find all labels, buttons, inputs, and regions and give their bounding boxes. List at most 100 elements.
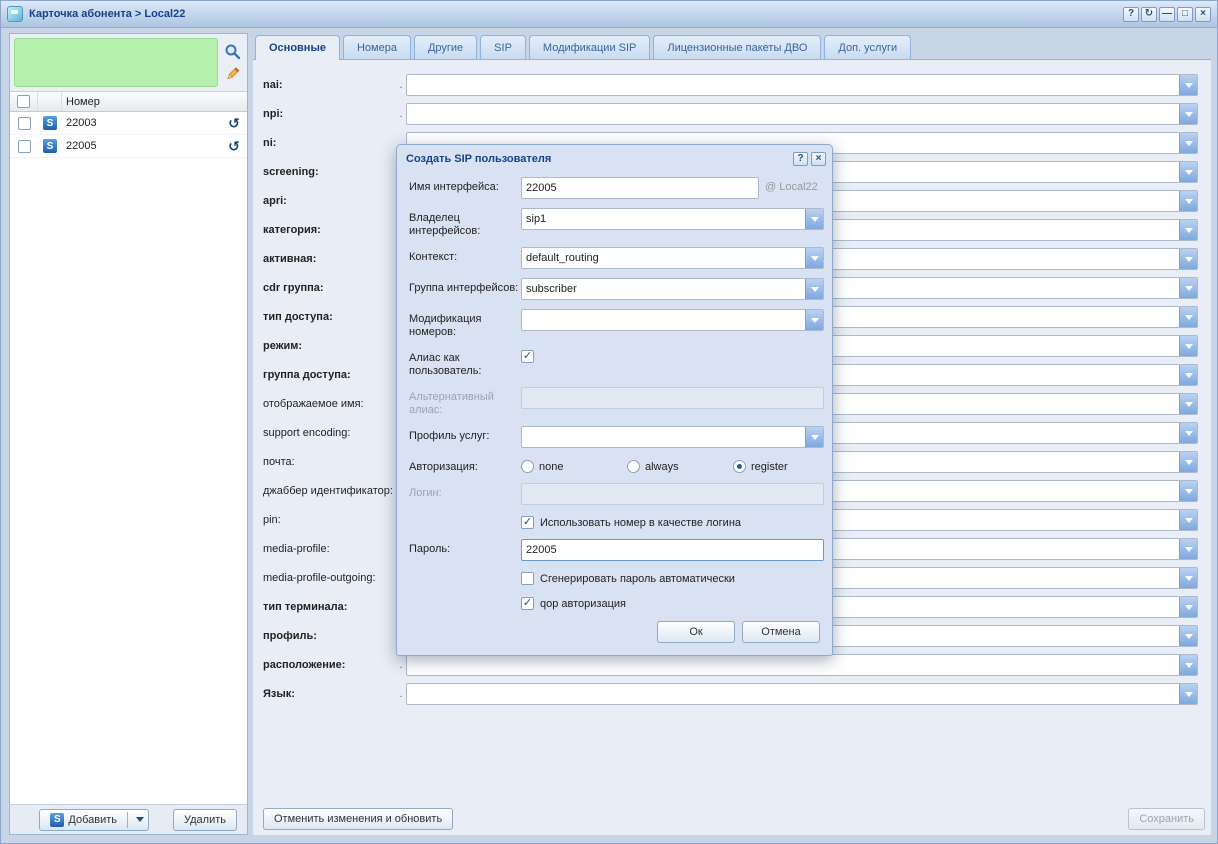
field-label: media-profile-outgoing: [263,567,396,589]
history-icon[interactable]: ↺ [228,139,240,153]
cancel-changes-and-refresh-button[interactable]: Отменить изменения и обновить [263,808,453,830]
chevron-down-icon[interactable] [1179,452,1197,472]
field-label: категория: [263,219,396,241]
tab-other[interactable]: Другие [414,35,477,60]
row-checkbox[interactable] [18,117,31,130]
chevron-down-icon[interactable] [1179,249,1197,269]
chevron-down-icon[interactable] [805,310,823,330]
field-label: media-profile: [263,538,396,560]
radio-icon[interactable] [627,460,640,473]
window-close-button[interactable]: × [1195,7,1211,22]
interface-name-input[interactable] [521,177,759,199]
tab-numbers[interactable]: Номера [343,35,411,60]
column-header-number[interactable]: Номер [62,92,247,111]
number-modification-label: Модификация номеров: [409,309,521,339]
add-button[interactable]: S Добавить [39,809,149,831]
dialog-help-button[interactable]: ? [793,152,808,166]
search-icon[interactable] [223,43,241,61]
radio-icon[interactable] [521,460,534,473]
select-all-checkbox[interactable] [17,95,30,108]
field-label: cdr группа: [263,277,396,299]
edit-pencil-icon[interactable] [223,65,241,83]
window-refresh-button[interactable]: ↻ [1141,7,1157,22]
dialog-body: Имя интерфейса: @ Local22 Владелец интер… [397,170,832,655]
cancel-button[interactable]: Отмена [742,621,820,643]
chevron-down-icon[interactable] [1179,481,1197,501]
context-combo[interactable]: default_routing [521,247,824,269]
password-label: Пароль: [409,539,521,561]
chevron-down-icon[interactable] [1179,539,1197,559]
dialog-close-button[interactable]: × [811,152,826,166]
field-label: pin: [263,509,396,531]
window-titlebar[interactable]: Карточка абонента > Local22 ? ↻ — □ × [1,1,1217,28]
number-modification-combo[interactable] [521,309,824,331]
authorization-option-none[interactable]: none [521,460,621,473]
chevron-down-icon[interactable] [805,427,823,447]
tab-sip-modifications[interactable]: Модификации SIP [529,35,650,60]
sip-icon: S [50,813,64,827]
chevron-down-icon[interactable] [805,248,823,268]
chevron-down-icon[interactable] [1179,597,1197,617]
chevron-down-icon[interactable] [1179,394,1197,414]
ok-button[interactable]: Ок [657,621,735,643]
chevron-down-icon[interactable] [1179,423,1197,443]
chevron-down-icon[interactable] [132,810,148,830]
chevron-down-icon[interactable] [1179,220,1197,240]
combo-language[interactable] [406,683,1198,705]
tab-sip[interactable]: SIP [480,35,526,60]
chevron-down-icon[interactable] [805,279,823,299]
chevron-down-icon[interactable] [1179,278,1197,298]
chevron-down-icon[interactable] [805,209,823,229]
subscriber-row[interactable]: S 22003 ↺ [10,112,247,135]
field-label: активная: [263,248,396,270]
tab-additional-services[interactable]: Доп. услуги [824,35,911,60]
subscriber-row[interactable]: S 22005 ↺ [10,135,247,158]
interface-owner-combo[interactable]: sip1 [521,208,824,230]
dialog-titlebar[interactable]: Создать SIP пользователя ? × [397,145,832,170]
grid-header: Номер [10,92,247,112]
chevron-down-icon[interactable] [1179,336,1197,356]
row-checkbox[interactable] [18,140,31,153]
field-label: тип доступа: [263,306,396,328]
authorization-option-register[interactable]: register [733,460,833,473]
chevron-down-icon[interactable] [1179,307,1197,327]
password-input[interactable] [521,539,824,561]
combo-nai[interactable] [406,74,1198,96]
interface-group-combo[interactable]: subscriber [521,278,824,300]
dialog-buttons: Ок Отмена [409,615,824,647]
service-profile-combo[interactable] [521,426,824,448]
chevron-down-icon[interactable] [1179,510,1197,530]
history-icon[interactable]: ↺ [228,116,240,130]
window-maximize-button[interactable]: □ [1177,7,1193,22]
interface-group-label: Группа интерфейсов: [409,278,521,300]
tab-dvo-license-packages[interactable]: Лицензионные пакеты ДВО [653,35,821,60]
chevron-down-icon[interactable] [1179,626,1197,646]
generate-password-checkbox[interactable] [521,572,534,585]
window-minimize-button[interactable]: — [1159,7,1175,22]
tab-main[interactable]: Основные [255,35,340,60]
chevron-down-icon[interactable] [1179,75,1197,95]
quick-search-box[interactable] [14,38,218,87]
field-label: расположение: [263,654,396,676]
save-button[interactable]: Сохранить [1128,808,1205,830]
chevron-down-icon[interactable] [1179,104,1197,124]
field-label: отображаемое имя: [263,393,396,415]
chevron-down-icon[interactable] [1179,655,1197,675]
window-help-button[interactable]: ? [1123,7,1139,22]
use-number-as-login-checkbox[interactable] [521,516,534,529]
delete-button[interactable]: Удалить [173,809,237,831]
alias-as-user-checkbox[interactable] [521,350,534,363]
window-title: Карточка абонента > Local22 [29,8,185,20]
chevron-down-icon[interactable] [1179,684,1197,704]
radio-icon[interactable] [733,460,746,473]
authorization-option-always[interactable]: always [627,460,727,473]
combo-location[interactable] [406,654,1198,676]
combo-npi[interactable] [406,103,1198,125]
chevron-down-icon[interactable] [1179,365,1197,385]
chevron-down-icon[interactable] [1179,133,1197,153]
chevron-down-icon[interactable] [1179,191,1197,211]
qop-authorization-checkbox[interactable] [521,597,534,610]
alias-as-user-label: Алиас как пользователь: [409,348,521,378]
chevron-down-icon[interactable] [1179,568,1197,588]
chevron-down-icon[interactable] [1179,162,1197,182]
